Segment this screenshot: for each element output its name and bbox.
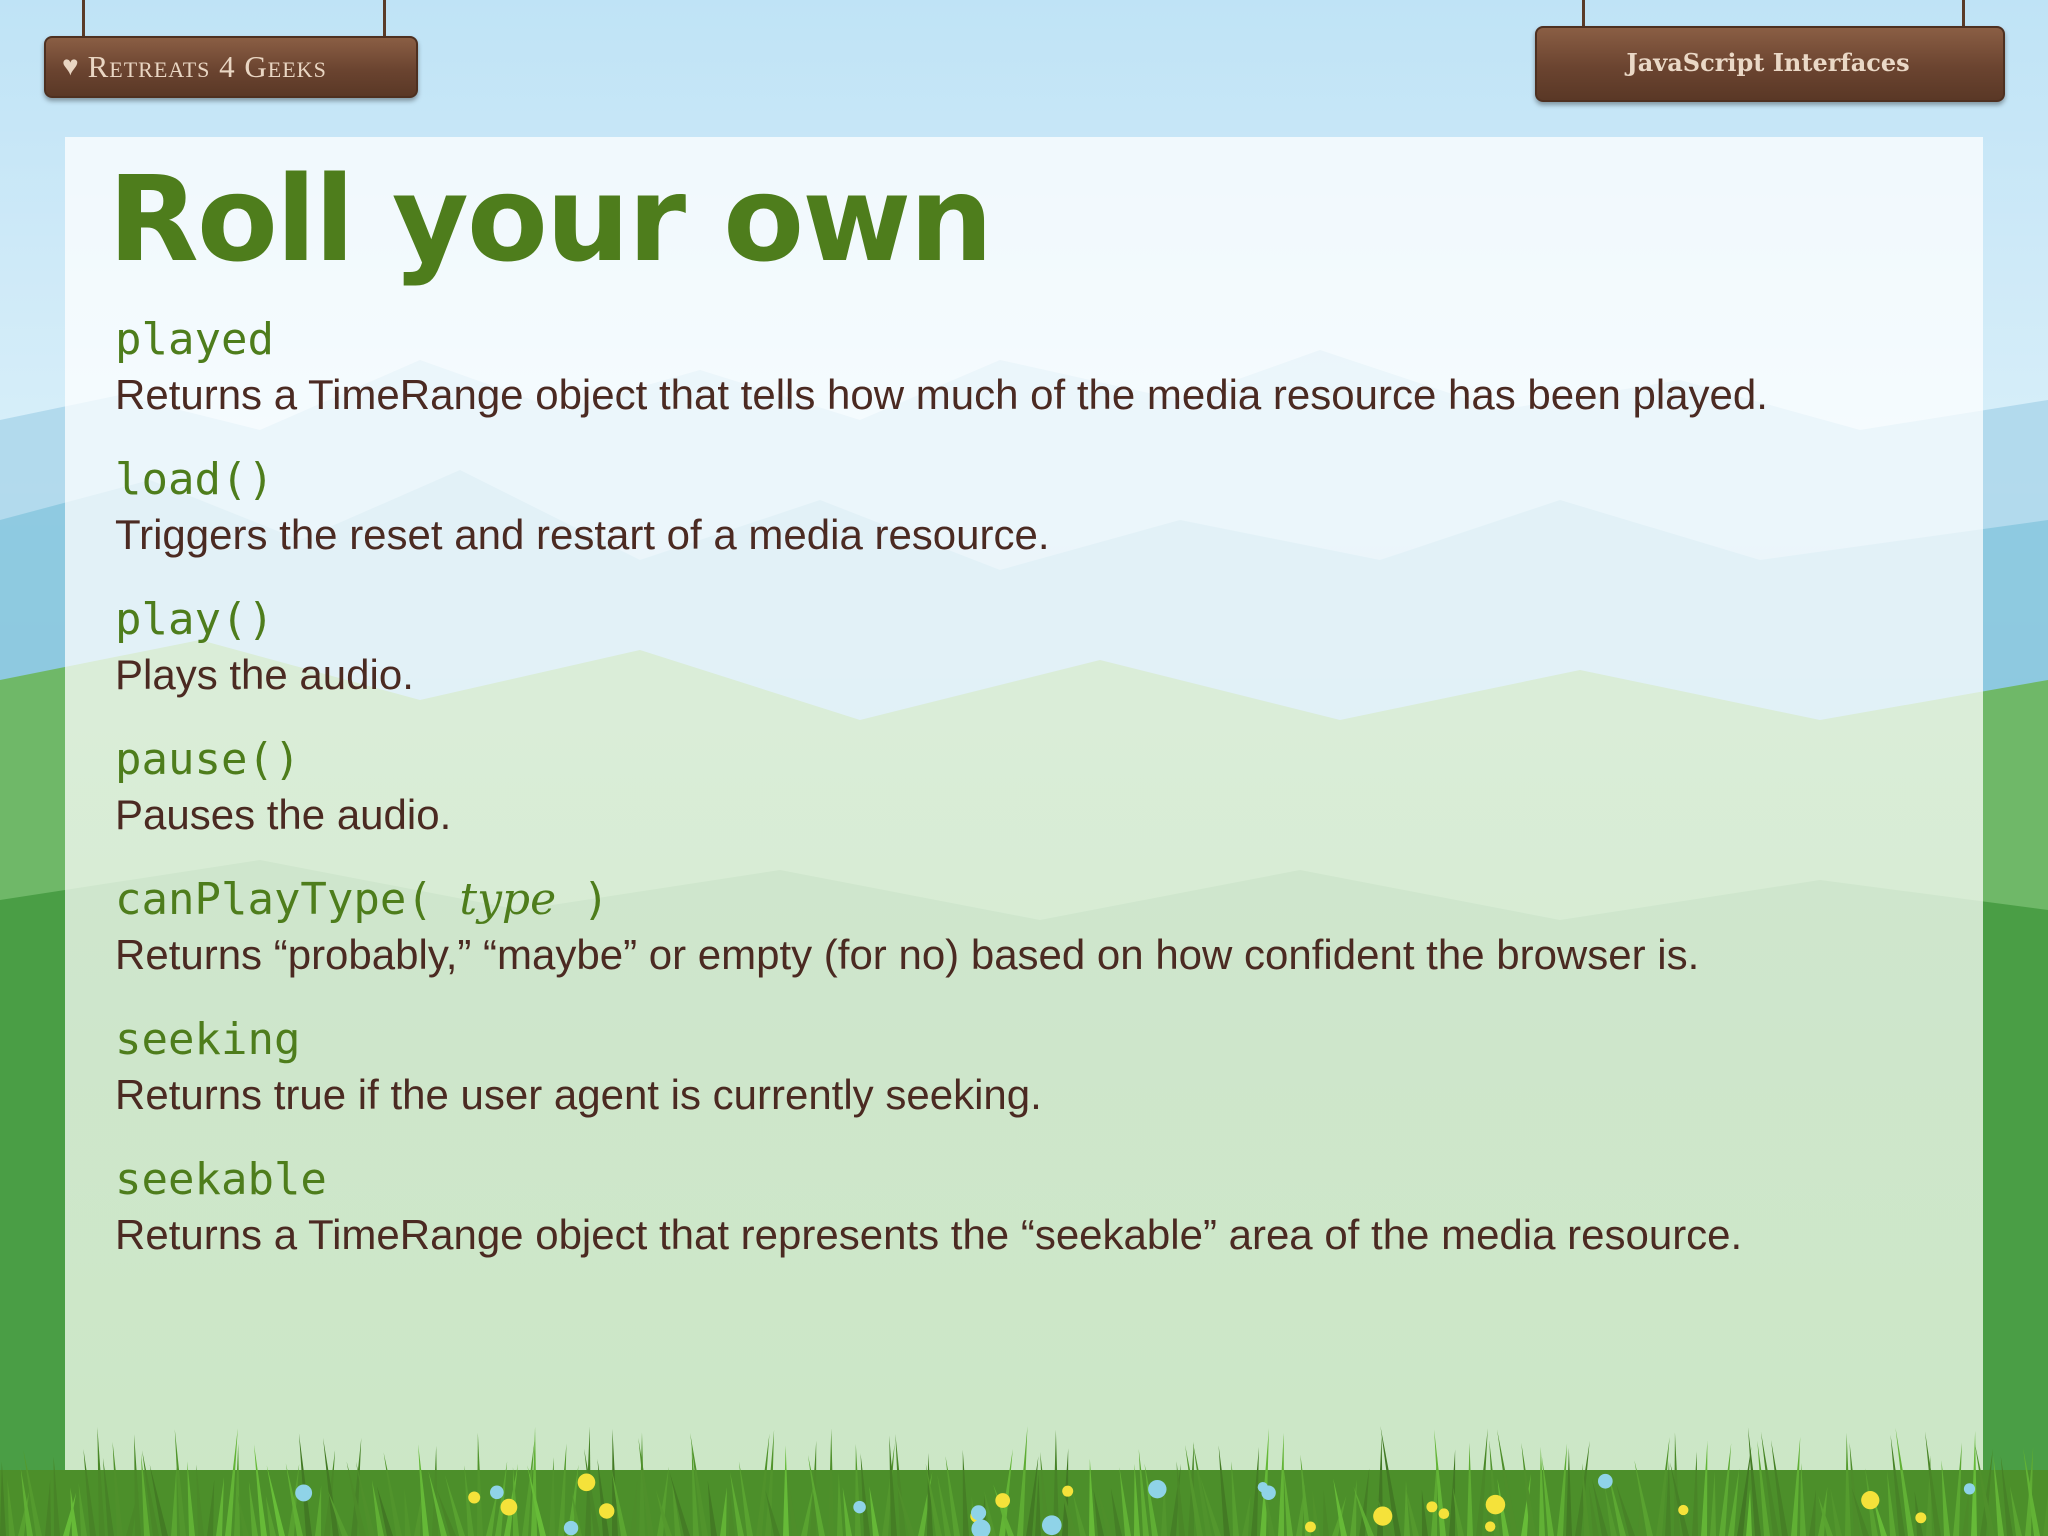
definition-text: Returns true if the user agent is curren…	[115, 1071, 1042, 1118]
flower	[577, 1473, 596, 1492]
definition-item: seeking Returns true if the user agent i…	[115, 1013, 1975, 1153]
term-pause: pause()	[115, 734, 301, 785]
definition-text: Pauses the audio.	[115, 791, 452, 838]
term-played: played	[115, 314, 274, 365]
definition-item: play() Plays the audio.	[115, 593, 1975, 733]
flower	[1041, 1515, 1062, 1536]
term-play: play()	[115, 594, 274, 645]
heart-icon: ♥	[62, 51, 80, 82]
definition-item: canPlayType( type ) Returns “probably,” …	[115, 873, 1975, 1013]
definition-item: pause() Pauses the audio.	[115, 733, 1975, 873]
flower	[1257, 1481, 1268, 1493]
sign-rope	[1962, 0, 1965, 28]
term-load: load()	[115, 454, 274, 505]
definition-text: Returns “probably,” “maybe” or empty (fo…	[115, 931, 1700, 978]
flower	[295, 1484, 313, 1502]
term-argument: type	[459, 874, 557, 925]
term-canplaytype: canPlayType( type )	[115, 874, 610, 925]
flower	[1305, 1521, 1316, 1533]
flower	[1148, 1479, 1167, 1499]
flower	[598, 1503, 615, 1519]
definition-item: load() Triggers the reset and restart of…	[115, 453, 1975, 593]
flower	[1438, 1508, 1450, 1519]
brand-logo: ♥ Retreats 4 Geeks	[62, 49, 402, 84]
definition-item: played Returns a TimeRange object that t…	[115, 313, 1975, 453]
flower	[853, 1500, 866, 1514]
slide-title: Roll your own	[108, 150, 993, 288]
brand-name: Retreats 4 Geeks	[87, 49, 327, 84]
sign-rope	[383, 0, 386, 38]
sign-rope	[1582, 0, 1585, 28]
definition-item: seekable Returns a TimeRange object that…	[115, 1153, 1975, 1293]
topic-label: JavaScript Interfaces	[1626, 47, 1910, 77]
term-seeking: seeking	[115, 1014, 301, 1065]
flower	[1915, 1512, 1927, 1524]
term-seekable: seekable	[115, 1154, 327, 1205]
flower	[1861, 1491, 1880, 1510]
flower	[1373, 1506, 1393, 1526]
grass-footer	[0, 1426, 2048, 1536]
flower	[995, 1493, 1011, 1508]
flower	[1485, 1521, 1496, 1532]
flower	[970, 1505, 987, 1521]
definition-text: Triggers the reset and restart of a medi…	[115, 511, 1050, 558]
flower	[1426, 1501, 1438, 1513]
flower	[1963, 1483, 1976, 1495]
flower	[563, 1520, 579, 1536]
definition-text: Returns a TimeRange object that represen…	[115, 1211, 1743, 1258]
definition-list: played Returns a TimeRange object that t…	[115, 313, 1975, 1293]
flower	[1597, 1473, 1613, 1489]
flower	[489, 1485, 504, 1500]
flower	[1062, 1485, 1074, 1497]
flower	[468, 1491, 481, 1504]
flower	[1678, 1504, 1689, 1516]
definition-text: Plays the audio.	[115, 651, 414, 698]
sign-rope	[82, 0, 85, 38]
definition-text: Returns a TimeRange object that tells ho…	[115, 371, 1768, 418]
flower	[1485, 1494, 1506, 1515]
flower	[500, 1498, 518, 1516]
